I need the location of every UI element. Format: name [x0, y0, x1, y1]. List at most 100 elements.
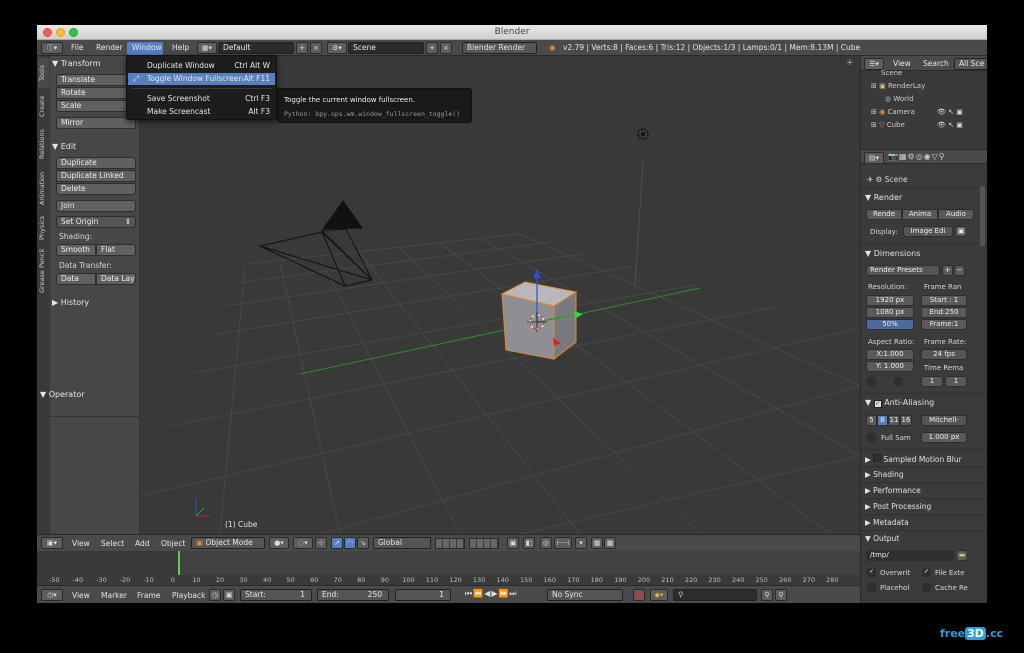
expand-properties-icon[interactable]: + — [846, 58, 854, 68]
opengl-render-icon[interactable]: ▦ — [591, 537, 603, 549]
smooth-button[interactable]: Smooth — [56, 244, 96, 256]
menu-item-save-screenshot[interactable]: Save Screenshot Ctrl F3 — [128, 93, 275, 105]
duplicate-button[interactable]: Duplicate — [56, 157, 136, 169]
aa-samples-16[interactable]: 16 — [900, 415, 912, 426]
sampled-motion-blur-header[interactable]: ▶ Sampled Motion Blur — [865, 454, 984, 464]
timeline-frame-menu[interactable]: Frame — [137, 591, 160, 600]
data-button[interactable]: Data — [56, 273, 96, 285]
properties-scrollbar[interactable] — [980, 186, 985, 246]
manipulator-toggle-icon[interactable]: ⊹ — [315, 537, 327, 549]
frame-end-field[interactable]: End:250 — [921, 307, 967, 318]
insert-keyframe-icon[interactable]: ⚲ — [761, 589, 773, 601]
menu-help[interactable]: Help — [172, 43, 189, 52]
menu-render[interactable]: Render — [96, 43, 123, 52]
motion-blur-checkbox[interactable] — [873, 454, 882, 462]
menu-select[interactable]: Select — [101, 539, 124, 548]
join-button[interactable]: Join — [56, 200, 136, 212]
time-remap-new-field[interactable]: 1 — [945, 376, 967, 387]
cube-object[interactable] — [500, 281, 578, 361]
post-processing-panel-header[interactable]: ▶ Post Processing — [865, 502, 984, 511]
snap-element-icon[interactable]: ⊢⊣ — [554, 537, 572, 549]
overwrite-checkbox[interactable]: ✓ — [867, 568, 876, 577]
frame-step-field[interactable]: Frame:1 — [921, 319, 967, 330]
outliner-item-camera[interactable]: ⊞ ◉ Camera — [871, 108, 915, 116]
screen-layout-field[interactable]: Default — [218, 42, 294, 54]
menu-view[interactable]: View — [72, 539, 90, 548]
folder-browse-icon[interactable]: ▬ — [956, 550, 968, 561]
render-presets-select[interactable]: Render Presets — [866, 265, 940, 276]
scene-icon[interactable]: ⚙▾ — [327, 42, 347, 54]
outliner-item-renderlayers[interactable]: ⊞ ▣ RenderLay — [871, 82, 925, 90]
delete-button[interactable]: Delete — [56, 183, 136, 195]
render-audio-button[interactable]: Audio — [938, 209, 974, 220]
add-scene-icon[interactable]: + — [426, 42, 438, 54]
outliner-item-scene[interactable]: Scene — [881, 69, 902, 77]
lock-layers-icon[interactable]: ▣ — [507, 537, 519, 549]
scale-button[interactable]: Scale — [56, 100, 136, 112]
keying-set-icon[interactable]: ◆▾ — [650, 589, 668, 601]
translate-manipulator-icon[interactable]: ↗ — [331, 537, 343, 549]
anti-aliasing-panel-header[interactable]: ▼ ✓ Anti-Aliasing — [865, 398, 984, 408]
resolution-y-field[interactable]: 1080 px — [866, 307, 914, 318]
current-frame-indicator[interactable] — [178, 551, 180, 575]
end-frame-field[interactable]: End: 250 — [317, 589, 389, 601]
translate-button[interactable]: Translate — [56, 74, 136, 86]
render-engine-select[interactable]: Blender Render — [462, 42, 537, 54]
performance-panel-header[interactable]: ▶ Performance — [865, 486, 984, 495]
active-keying-set-field[interactable]: ⚲ — [673, 589, 757, 601]
viewport-shading-icon[interactable]: ●▾ — [269, 537, 289, 549]
outliner-display-mode[interactable]: All Sce — [954, 58, 987, 70]
lock-range-icon[interactable]: ▣ — [223, 589, 235, 601]
pivot-point-icon[interactable]: ◌▾ — [293, 537, 313, 549]
edit-panel-header[interactable]: ▼ Edit — [52, 142, 138, 151]
scale-manipulator-icon[interactable]: ↘ — [357, 537, 369, 549]
menu-file[interactable]: File — [71, 43, 84, 52]
outliner-item-world[interactable]: ◍ World — [885, 95, 913, 103]
layer-buttons-b[interactable] — [469, 538, 499, 549]
editor-type-timeline-icon[interactable]: ◷▾ — [41, 589, 63, 601]
dimensions-panel-header[interactable]: ▼ Dimensions — [865, 249, 984, 258]
remove-preset-icon[interactable]: − — [954, 265, 965, 276]
shading-panel-header[interactable]: ▶ Shading — [865, 470, 984, 479]
timeline-marker-menu[interactable]: Marker — [101, 591, 127, 600]
resolution-x-field[interactable]: 1920 px — [866, 295, 914, 306]
playback-controls[interactable]: ⏮⏪◀▶⏩⏭ — [465, 589, 518, 599]
time-remap-old-field[interactable]: 1 — [921, 376, 943, 387]
render-panel-header[interactable]: ▼ Render — [865, 193, 984, 202]
current-frame-field[interactable]: 1 — [395, 589, 451, 601]
interaction-mode-select[interactable]: ▣ Object Mode — [191, 537, 265, 549]
tab-create[interactable]: Create — [38, 90, 49, 122]
placeholders-checkbox[interactable] — [867, 583, 876, 592]
tab-relations[interactable]: Relations — [38, 124, 49, 164]
delete-keyframe-icon[interactable]: ⚲ — [775, 589, 787, 601]
duplicate-linked-button[interactable]: Duplicate Linked — [56, 170, 136, 182]
outliner-search-menu[interactable]: Search — [923, 59, 949, 68]
menu-item-make-screencast[interactable]: Make Screencast Alt F3 — [128, 106, 275, 118]
border-checkbox[interactable] — [867, 377, 876, 386]
render-layer-icon[interactable]: ◧ — [523, 537, 535, 549]
tab-animation[interactable]: Animation — [38, 166, 49, 210]
remove-layout-icon[interactable]: × — [310, 42, 322, 54]
timeline-playback-menu[interactable]: Playback — [172, 591, 205, 600]
preview-range-icon[interactable]: ◷ — [209, 589, 221, 601]
output-path-field[interactable]: /tmp/ — [866, 550, 954, 561]
menu-object[interactable]: Object — [161, 539, 185, 548]
timeline-area[interactable]: -50 -40 -30 -20 -10 0 10 20 30 40 50 60 70 80 90 100 110… — [37, 551, 860, 585]
rotate-button[interactable]: Rotate — [56, 87, 136, 99]
flat-button[interactable]: Flat — [96, 244, 136, 256]
timeline-view-menu[interactable]: View — [72, 591, 90, 600]
camera-visibility-icons[interactable]: 👁 ↖ ▣ — [937, 108, 963, 116]
menu-item-duplicate-window[interactable]: Duplicate Window Ctrl Alt W — [128, 60, 275, 72]
history-panel-header[interactable]: ▶ History — [52, 298, 138, 307]
editor-type-info-icon[interactable]: ⓘ▾ — [41, 42, 63, 54]
display-lock-icon[interactable]: ▣ — [955, 226, 967, 237]
properties-editor-icon[interactable]: ▤▾ — [864, 152, 884, 164]
transform-orientation-select[interactable]: Global — [373, 537, 431, 549]
menu-add[interactable]: Add — [135, 539, 150, 548]
tab-physics[interactable]: Physics — [38, 212, 49, 244]
metadata-panel-header[interactable]: ▶ Metadata — [865, 518, 984, 527]
camera-object[interactable] — [258, 200, 373, 287]
aa-samples-8[interactable]: 8 — [877, 415, 888, 426]
aspect-x-field[interactable]: X:1.000 — [866, 349, 914, 360]
render-animation-button[interactable]: Anima — [902, 209, 938, 220]
